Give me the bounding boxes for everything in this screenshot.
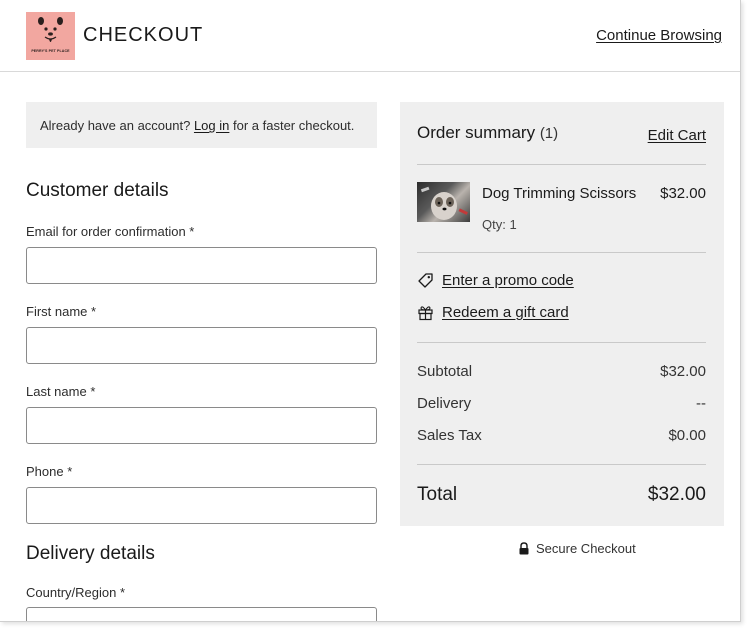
login-prefix: Already have an account? bbox=[40, 118, 191, 133]
continue-browsing-link[interactable]: Continue Browsing bbox=[596, 27, 722, 44]
phone-field[interactable] bbox=[26, 487, 377, 524]
order-summary-label: Order summary bbox=[417, 123, 536, 142]
tag-icon bbox=[418, 273, 433, 288]
product-name: Dog Trimming Scissors bbox=[482, 185, 637, 202]
delivery-row: Delivery -- bbox=[417, 395, 706, 412]
order-item-count: (1) bbox=[539, 125, 559, 142]
product-image bbox=[417, 182, 470, 222]
dog-photo-icon bbox=[420, 186, 468, 220]
last-name-label: Last name * bbox=[26, 384, 96, 399]
promo-code-link[interactable]: Enter a promo code bbox=[417, 272, 574, 289]
delivery-details-heading: Delivery details bbox=[26, 543, 155, 564]
delivery-label: Delivery bbox=[417, 395, 472, 412]
email-label: Email for order confirmation * bbox=[26, 224, 195, 239]
login-link[interactable]: Log in bbox=[194, 118, 229, 133]
phone-label: Phone * bbox=[26, 464, 73, 479]
first-name-field[interactable] bbox=[26, 327, 377, 364]
login-banner: Already have an account? Log in for a fa… bbox=[26, 102, 377, 148]
gift-icon bbox=[418, 306, 433, 321]
login-suffix: for a faster checkout. bbox=[233, 118, 355, 133]
last-name-field[interactable] bbox=[26, 407, 377, 444]
promo-code-label: Enter a promo code bbox=[442, 272, 574, 289]
total-label: Total bbox=[417, 484, 458, 505]
total-row: Total $32.00 bbox=[417, 484, 706, 506]
divider bbox=[417, 464, 706, 465]
logo-text: PERRY'S PET PLACE bbox=[31, 49, 70, 53]
email-field[interactable] bbox=[26, 247, 377, 284]
secure-checkout: Secure Checkout bbox=[518, 541, 636, 556]
country-field[interactable] bbox=[26, 607, 377, 621]
delivery-value: -- bbox=[696, 395, 706, 412]
order-summary-title: Order summary (1) bbox=[417, 123, 558, 143]
product-quantity: Qty: 1 bbox=[482, 217, 517, 232]
subtotal-label: Subtotal bbox=[417, 363, 473, 380]
total-value: $32.00 bbox=[647, 484, 706, 505]
subtotal-value: $32.00 bbox=[660, 363, 706, 380]
sales-tax-label: Sales Tax bbox=[417, 427, 482, 444]
divider bbox=[417, 342, 706, 343]
lock-icon bbox=[519, 542, 529, 555]
divider bbox=[417, 252, 706, 253]
edit-cart-link[interactable]: Edit Cart bbox=[648, 127, 706, 144]
store-logo[interactable]: PERRY'S PET PLACE bbox=[26, 12, 75, 60]
divider bbox=[417, 164, 706, 165]
header: PERRY'S PET PLACE CHECKOUT Continue Brow… bbox=[0, 0, 740, 72]
gift-card-link[interactable]: Redeem a gift card bbox=[417, 304, 569, 321]
gift-card-label: Redeem a gift card bbox=[442, 304, 569, 321]
sales-tax-row: Sales Tax $0.00 bbox=[417, 427, 706, 444]
customer-details-heading: Customer details bbox=[26, 180, 169, 201]
checkout-window: PERRY'S PET PLACE CHECKOUT Continue Brow… bbox=[0, 0, 741, 622]
order-summary-panel: Order summary (1) Edit Cart Dog Trimming… bbox=[400, 102, 724, 526]
secure-checkout-label: Secure Checkout bbox=[536, 541, 636, 556]
page-title: CHECKOUT bbox=[83, 24, 204, 46]
first-name-label: First name * bbox=[26, 304, 97, 319]
sales-tax-value: $0.00 bbox=[668, 427, 706, 444]
country-label: Country/Region * bbox=[26, 585, 125, 600]
subtotal-row: Subtotal $32.00 bbox=[417, 363, 706, 380]
product-price: $32.00 bbox=[660, 185, 706, 202]
